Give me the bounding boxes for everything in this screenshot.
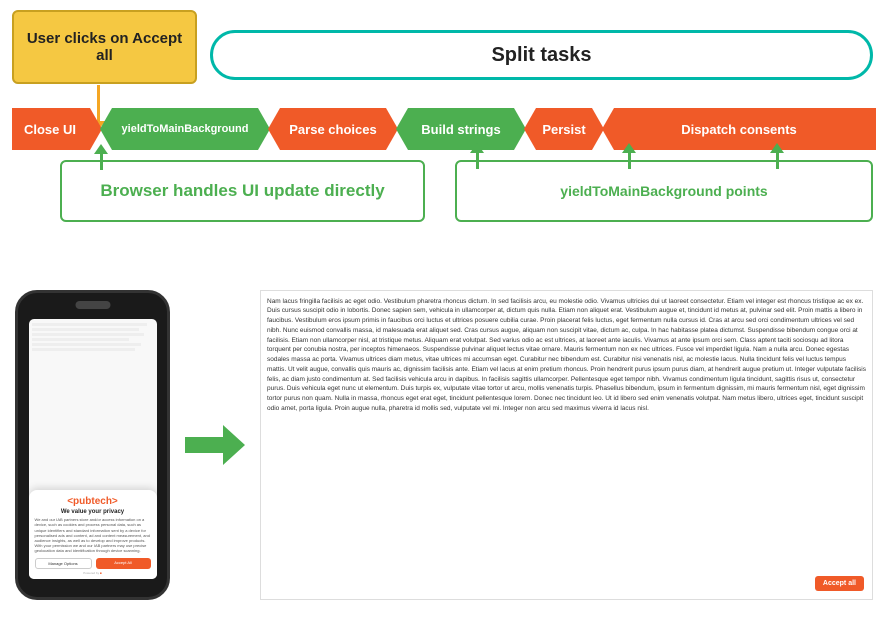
pipeline-persist: Persist [524, 108, 604, 150]
consent-title: We value your privacy [35, 509, 151, 515]
top-section: User clicks on Accept all Split tasks Cl… [0, 0, 888, 270]
browser-handles-box: Browser handles UI update directly [60, 160, 425, 222]
arrow-up-3-icon [776, 151, 779, 169]
pipeline-close-ui: Close UI [12, 108, 102, 150]
split-tasks-oval: Split tasks [210, 30, 873, 80]
consent-body: We and our IAB partners store and/or acc… [35, 517, 151, 553]
consent-buttons: Manage Options Accept All [35, 558, 151, 569]
manage-options-button[interactable]: Manage Options [35, 558, 92, 569]
yield-points-text: yieldToMainBackground points [560, 183, 767, 199]
user-clicks-box: User clicks on Accept all [12, 10, 197, 84]
phone-notch [75, 301, 110, 309]
split-tasks-label: Split tasks [491, 44, 591, 67]
pipeline-dispatch-consents: Dispatch consents [602, 108, 876, 150]
arrow-up-1-icon [476, 151, 479, 169]
phone-screen: <pubtech> We value your privacy We and o… [29, 319, 157, 579]
consent-logo: <pubtech> [35, 496, 151, 507]
accept-all-button[interactable]: Accept All [96, 558, 151, 569]
phone-mockup: <pubtech> We value your privacy We and o… [15, 290, 170, 600]
arrow-up-browser-icon [100, 152, 103, 170]
yield-points-box: yieldToMainBackground points [455, 160, 873, 222]
bottom-section: <pubtech> We value your privacy We and o… [0, 270, 888, 619]
pipeline-yield-bg: yieldToMainBackground [100, 108, 270, 150]
consent-dialog: <pubtech> We value your privacy We and o… [29, 490, 157, 578]
pipeline-parse-choices: Parse choices [268, 108, 398, 150]
pipeline-build-strings: Build strings [396, 108, 526, 150]
green-arrow-icon [185, 425, 245, 465]
pipeline-row: Close UI yieldToMainBackground Parse cho… [12, 108, 876, 150]
arrow-up-2-icon [628, 151, 631, 169]
consent-footer: Powered by ■ [35, 571, 151, 575]
user-clicks-label: User clicks on Accept all [20, 30, 189, 64]
lorem-text: Nam lacus fringilla facilisis ac eget od… [267, 297, 866, 414]
text-content-block: Nam lacus fringilla facilisis ac eget od… [260, 290, 873, 600]
text-accept-btn[interactable]: Accept all [815, 576, 864, 591]
browser-handles-text: Browser handles UI update directly [100, 181, 384, 201]
